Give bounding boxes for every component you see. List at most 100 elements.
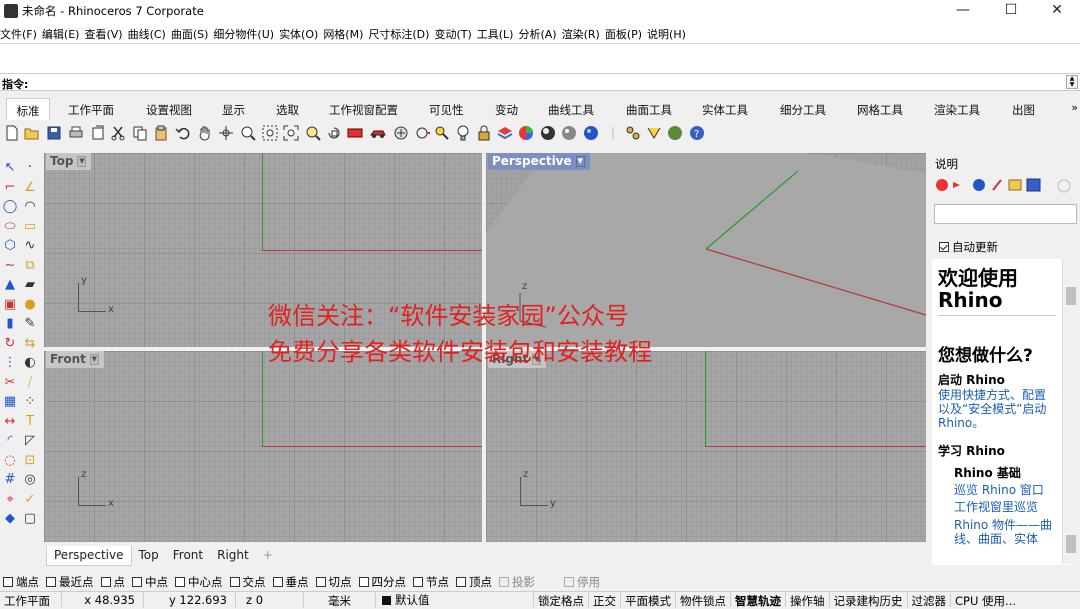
zoom-selected-icon[interactable] — [305, 125, 321, 141]
osnap-2[interactable]: 点 — [100, 573, 125, 590]
options-gears-icon[interactable] — [625, 125, 641, 141]
menu-dimension[interactable]: 尺寸标注(D) — [368, 22, 434, 43]
undo-view-icon[interactable] — [326, 125, 342, 141]
auto-update-checkbox[interactable]: 自动更新 — [939, 239, 998, 255]
menu-file[interactable]: 文件(F) — [0, 22, 42, 43]
viewport-front[interactable]: z x Front ▼ — [44, 351, 482, 542]
paste-icon[interactable] — [153, 125, 169, 141]
menu-render[interactable]: 渲染(R) — [562, 22, 605, 43]
rendered-sphere-icon[interactable] — [561, 125, 577, 141]
line-tool-icon[interactable]: ∠ — [22, 180, 38, 196]
maximize-button[interactable]: ☐ — [988, 0, 1034, 22]
tab-transform[interactable]: 变动 — [495, 98, 518, 118]
link-rhino-objects[interactable]: Rhino 物件——曲线、曲面、实体 — [954, 518, 1054, 546]
edit-tool-icon[interactable]: ✎ — [22, 316, 38, 332]
split-tool-icon[interactable]: ⧸ — [22, 375, 38, 391]
menu-surface[interactable]: 曲面(S) — [171, 22, 214, 43]
array-tool-icon[interactable]: ⋮ — [2, 355, 18, 371]
tab-standard[interactable]: 标准 — [6, 98, 50, 120]
menu-transform[interactable]: 变动(T) — [434, 22, 476, 43]
osnap-checkbox[interactable] — [499, 576, 509, 587]
help-scrollbar[interactable] — [1062, 259, 1078, 564]
copy-icon[interactable] — [132, 125, 148, 141]
osnap-5[interactable]: 交点 — [229, 573, 266, 590]
tab-cplanes[interactable]: 工作平面 — [68, 98, 114, 118]
layers-icon[interactable] — [497, 125, 513, 141]
tab-visibility[interactable]: 可见性 — [429, 98, 464, 118]
osnap-checkbox[interactable] — [175, 576, 185, 587]
status-osnap[interactable]: 物件锁点 — [676, 592, 731, 608]
status-smarttrack[interactable]: 智慧轨迹 — [731, 592, 786, 608]
osnap-checkbox[interactable] — [100, 576, 111, 587]
tab-curve-tools[interactable]: 曲线工具 — [548, 98, 594, 118]
box-tool-icon[interactable]: ▣ — [2, 297, 18, 313]
tab-viewport-layout[interactable]: 工作视窗配置 — [329, 98, 398, 118]
command-line[interactable]: 指令: ▲ ▼ — [0, 73, 1080, 91]
lock-tool-icon[interactable]: ⊡ — [22, 453, 38, 469]
mesh-tool-icon[interactable]: ▦ — [2, 394, 18, 410]
menu-mesh[interactable]: 网格(M) — [323, 22, 368, 43]
close-button[interactable]: ✕ — [1034, 0, 1080, 22]
more-tabs-icon[interactable]: » — [1071, 101, 1078, 114]
analyze-tool-icon[interactable]: ⌖ — [2, 492, 18, 508]
circle-tool-icon[interactable]: ◯ — [2, 199, 18, 215]
command-history[interactable] — [0, 43, 1080, 73]
viewport-top-label[interactable]: Top ▼ — [46, 153, 92, 170]
print-icon[interactable] — [68, 125, 84, 141]
arc-tool-icon[interactable]: ◠ — [22, 199, 38, 215]
offset-tool-icon[interactable]: ⧉ — [22, 258, 38, 274]
text-tool-icon[interactable]: T — [22, 414, 38, 430]
status-planar[interactable]: 平面模式 — [621, 592, 676, 608]
viewport-setup-icon[interactable] — [347, 125, 363, 141]
tab-set-view[interactable]: 设置视图 — [146, 98, 192, 118]
osnap-checkbox[interactable] — [132, 576, 142, 587]
zoom-dynamic-icon[interactable] — [240, 125, 256, 141]
osnap-12[interactable]: 停用 — [564, 573, 600, 590]
curve-tool-icon[interactable]: ∿ — [22, 238, 38, 254]
osnap-checkbox[interactable] — [46, 576, 56, 587]
osnap-tool-icon[interactable]: ◎ — [22, 472, 38, 488]
render-tool-icon[interactable]: ◆ — [2, 511, 18, 527]
dimension-tool-icon[interactable]: ↔ — [2, 414, 18, 430]
snapshot-icon[interactable] — [646, 125, 662, 141]
help-icon[interactable]: ? — [689, 125, 705, 141]
tab-subd-tools[interactable]: 细分工具 — [780, 98, 826, 118]
osnap-0[interactable]: 端点 — [3, 573, 39, 590]
viewport-tab-right[interactable]: Right — [210, 546, 256, 566]
osnap-checkbox[interactable] — [3, 576, 13, 587]
add-viewport-tab-icon[interactable]: + — [256, 546, 280, 566]
menu-curve[interactable]: 曲线(C) — [128, 22, 171, 43]
car-render-icon[interactable] — [370, 125, 386, 141]
cylinder-tool-icon[interactable]: ▮ — [2, 316, 18, 332]
osnap-8[interactable]: 四分点 — [358, 573, 406, 590]
osnap-checkbox[interactable] — [229, 576, 240, 587]
viewport-tab-top[interactable]: Top — [132, 546, 166, 566]
status-grid-snap[interactable]: 锁定格点 — [534, 592, 589, 608]
viewport-tab-front[interactable]: Front — [166, 546, 210, 566]
polygon-tool-icon[interactable]: ⬡ — [2, 238, 18, 254]
select-icon[interactable] — [434, 125, 450, 141]
mirror-tool-icon[interactable]: ⇆ — [22, 336, 38, 352]
tab-render-tools[interactable]: 渲染工具 — [934, 98, 980, 118]
osnap-7[interactable]: 切点 — [315, 573, 352, 590]
menu-view[interactable]: 查看(V) — [84, 22, 127, 43]
save-icon[interactable] — [46, 125, 62, 141]
menu-tools[interactable]: 工具(L) — [477, 22, 519, 43]
osnap-checkbox[interactable] — [456, 576, 466, 587]
status-layer[interactable]: 默认值 — [376, 592, 534, 607]
free-form-tool-icon[interactable]: ∼ — [2, 258, 18, 274]
status-units[interactable]: 毫米 — [304, 592, 376, 608]
cut-icon[interactable] — [110, 125, 126, 141]
tab-drafting[interactable]: 出图 — [1012, 98, 1035, 118]
light-bulb-icon[interactable] — [455, 125, 471, 141]
grid-tool-icon[interactable]: # — [2, 472, 18, 488]
menu-solid[interactable]: 实体(O) — [279, 22, 323, 43]
menu-analyze[interactable]: 分析(A) — [518, 22, 561, 43]
history-toggle-icon[interactable]: ▲ ▼ — [1066, 75, 1078, 89]
osnap-6[interactable]: 垂点 — [272, 573, 309, 590]
grasshopper-icon[interactable] — [667, 125, 683, 141]
chamfer-tool-icon[interactable]: ◸ — [22, 433, 38, 449]
osnap-checkbox[interactable] — [564, 576, 574, 587]
ellipse-tool-icon[interactable]: ⬭ — [2, 219, 18, 235]
tab-select[interactable]: 选取 — [276, 98, 299, 118]
